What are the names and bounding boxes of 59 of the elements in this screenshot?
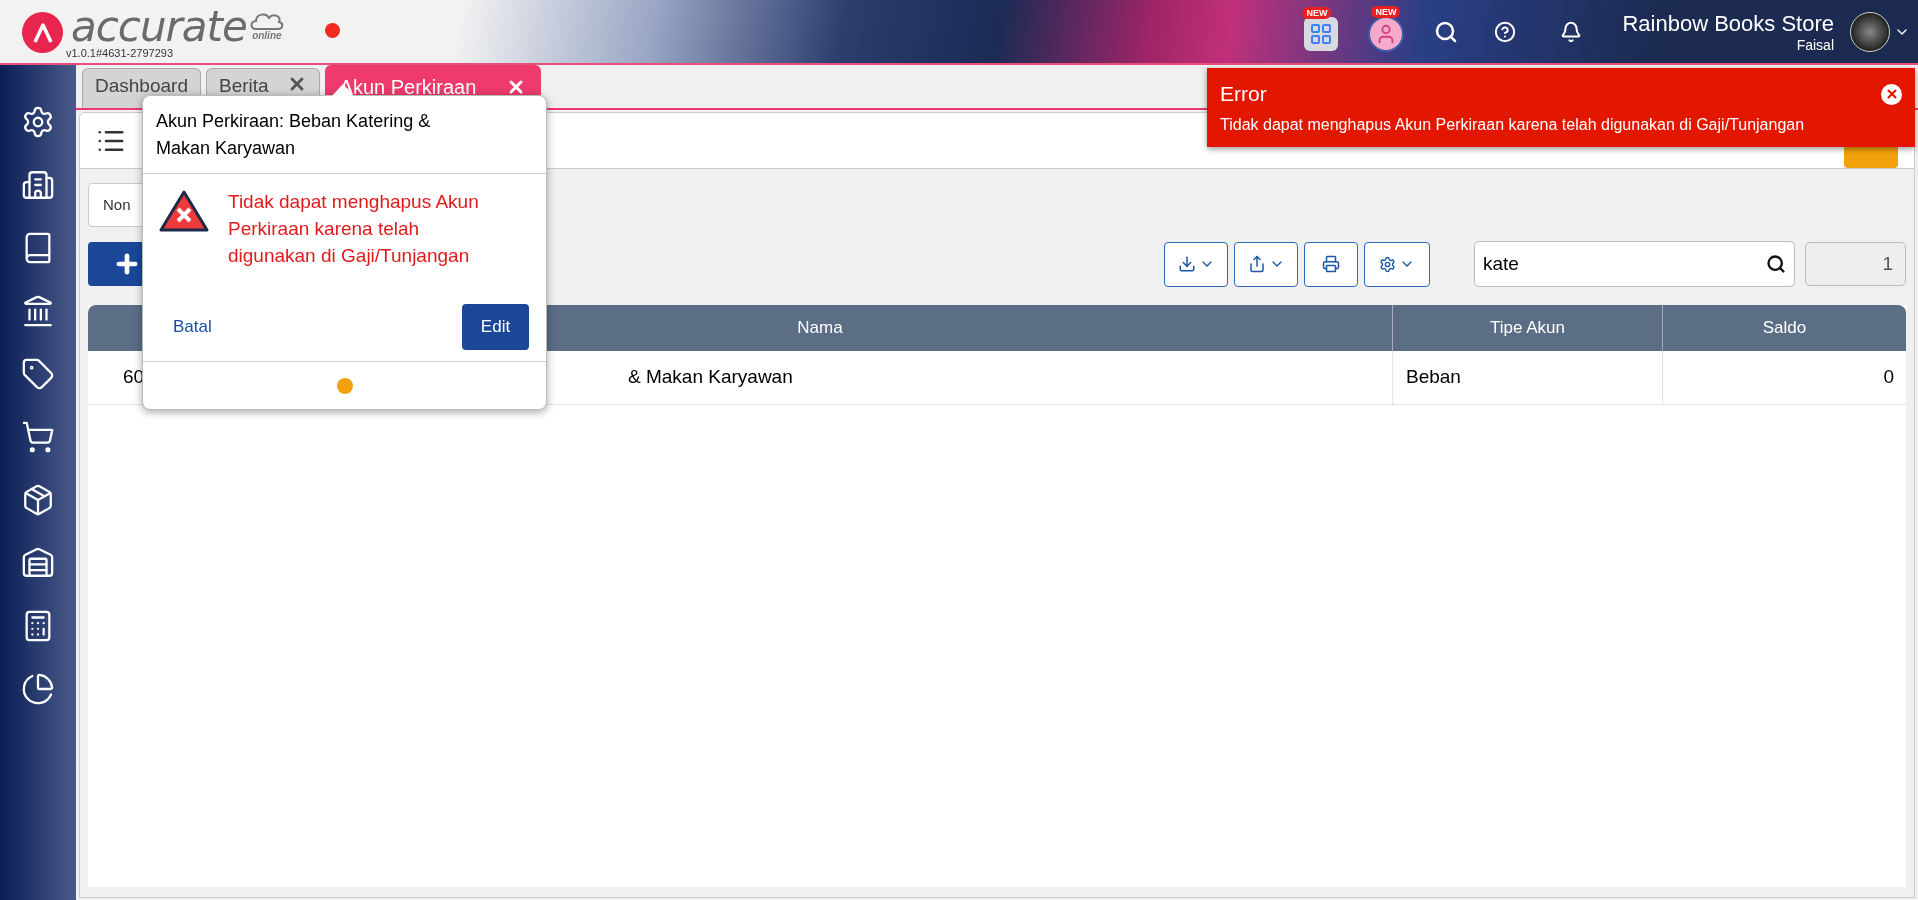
printer-icon	[1322, 255, 1340, 273]
building-icon	[21, 168, 55, 202]
export-icon	[1247, 255, 1266, 273]
warehouse-icon	[21, 546, 55, 580]
print-button[interactable]	[1304, 241, 1358, 287]
pie-chart-button[interactable]	[21, 672, 55, 706]
bank-icon	[21, 294, 55, 328]
new-badge: NEW	[1302, 6, 1332, 19]
mascot-avatar-button[interactable]	[1368, 15, 1405, 52]
toast-title: Error	[1220, 82, 1267, 106]
search-icon	[1766, 254, 1786, 274]
download-icon	[1177, 255, 1196, 273]
new-badge: NEW	[1371, 5, 1401, 18]
dialog-title: Akun Perkiraan: Beban Katering & Makan Karyawan	[143, 96, 546, 174]
download-button[interactable]	[1164, 241, 1228, 287]
search-field[interactable]: kate	[1474, 241, 1795, 287]
export-button[interactable]	[1234, 241, 1298, 287]
search-icon	[1434, 19, 1459, 44]
package-button[interactable]	[21, 483, 55, 517]
table-cell-text: 0	[1882, 365, 1895, 390]
apps-button[interactable]	[1304, 16, 1339, 51]
bank-button[interactable]	[21, 294, 55, 328]
version-text: v1.0.1#4631-2797293	[66, 47, 175, 59]
column-header: Tipe Akun	[1393, 305, 1663, 351]
apps-grid-icon	[1309, 21, 1334, 46]
building-button[interactable]	[21, 168, 55, 202]
help-icon	[1494, 20, 1517, 43]
shopping-cart-icon	[21, 420, 55, 454]
logo-subtext: online	[252, 30, 282, 41]
settings-icon	[1379, 255, 1396, 273]
price-tag-icon	[21, 357, 55, 391]
package-icon	[21, 483, 55, 517]
logo-icon	[22, 12, 63, 53]
cancel-link[interactable]: Batal	[160, 314, 225, 340]
error-warning-icon	[158, 189, 210, 234]
edit-button[interactable]: Edit	[462, 304, 529, 350]
settings-button[interactable]	[21, 105, 55, 139]
page-number-field[interactable]: 1	[1805, 242, 1906, 286]
pie-chart-icon	[21, 672, 55, 706]
cloud-icon	[248, 10, 285, 31]
shopping-cart-button[interactable]	[21, 420, 55, 454]
settings-button[interactable]	[1364, 241, 1430, 287]
table-cell: Beban	[1393, 351, 1663, 404]
user-name: Faisal	[1796, 36, 1834, 53]
toast-message: Tidak dapat menghapus Akun Perkiraan karena telah digunakan di Gaji/Tunjangan	[1220, 115, 1806, 135]
search-button[interactable]	[1434, 19, 1459, 44]
close-icon	[1884, 87, 1899, 101]
user-avatar[interactable]	[1850, 11, 1890, 52]
price-tag-button[interactable]	[21, 357, 55, 391]
column-header: Saldo	[1761, 317, 1808, 340]
settings-icon	[21, 105, 55, 139]
bell-icon	[1560, 20, 1583, 43]
company-name: Rainbow Books Store	[1622, 10, 1834, 37]
notifications-button[interactable]	[1560, 20, 1583, 43]
logo-text: accurate	[71, 6, 247, 47]
help-button[interactable]	[1494, 20, 1517, 43]
warehouse-button[interactable]	[21, 546, 55, 580]
dialog-message: Tidak dapat menghapus Akun Perkiraan karena telah digunakan di Gaji/Tunjangan	[228, 190, 480, 268]
close-button[interactable]	[1881, 83, 1902, 105]
